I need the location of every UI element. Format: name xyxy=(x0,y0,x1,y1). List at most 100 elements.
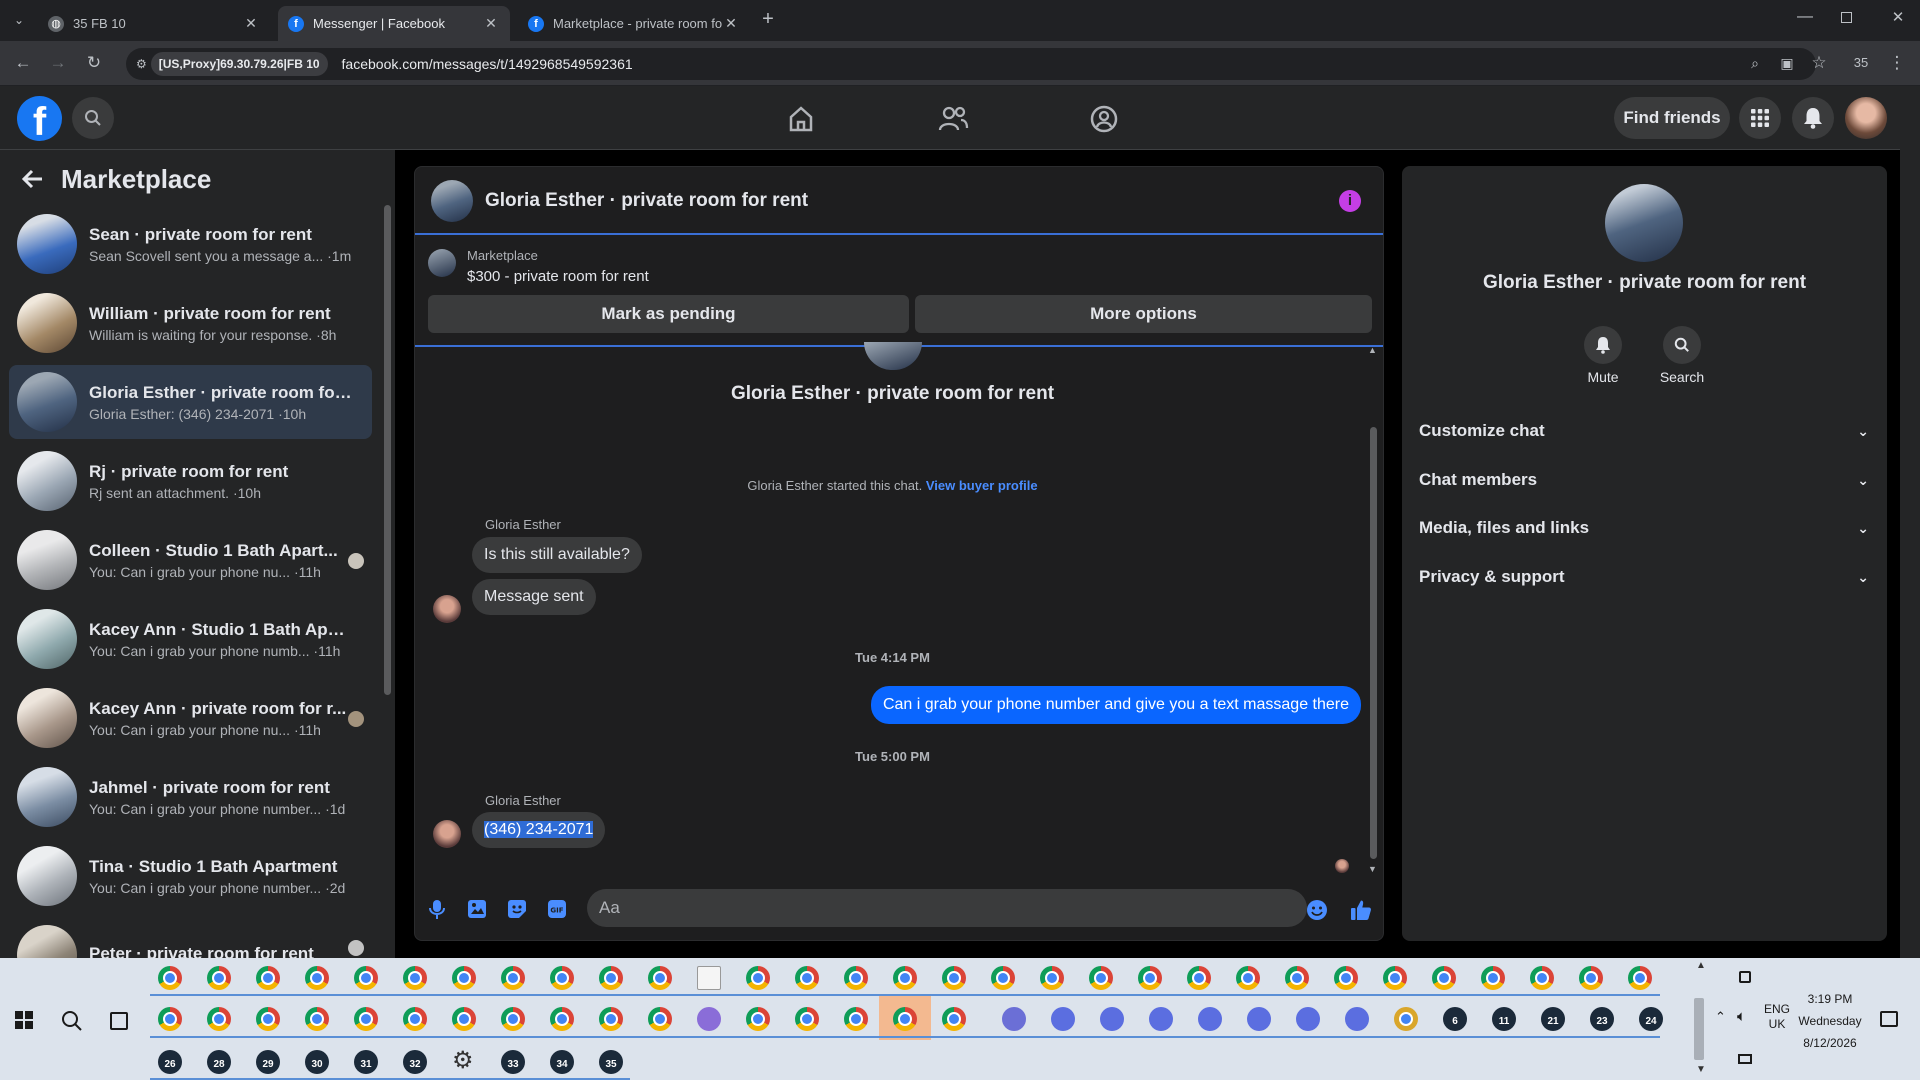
chrome-icon[interactable] xyxy=(1628,966,1652,990)
conversation-item[interactable]: Tina · Studio 1 Bath Apartment You: Can i… xyxy=(9,839,372,913)
profile-avatar[interactable] xyxy=(1845,97,1887,139)
restore-button[interactable] xyxy=(1841,12,1852,23)
sidebar-scrollbar[interactable] xyxy=(384,205,391,695)
chrome-icon[interactable] xyxy=(1481,966,1505,990)
proxy-chip[interactable]: [US,Proxy]69.30.79.26|FB 10 xyxy=(150,52,328,76)
conversation-item[interactable]: Colleen · Studio 1 Bath Apart... You: Can… xyxy=(9,523,372,597)
outgoing-message-bubble[interactable]: Can i grab your phone number and give yo… xyxy=(870,686,1361,724)
privacy-support-row[interactable]: Privacy & support ⌄ xyxy=(1419,563,1869,591)
chrome-icon[interactable] xyxy=(403,966,427,990)
tab-marketplace[interactable]: f Marketplace - private room for ✕ xyxy=(518,6,750,41)
facebook-logo[interactable]: f xyxy=(17,96,62,141)
menu-kebab-icon[interactable]: ⋮ xyxy=(1884,50,1910,76)
tab-search-button[interactable]: ⌄ xyxy=(8,9,30,31)
mute-bell-icon[interactable] xyxy=(1584,326,1622,364)
message-bubble[interactable]: (346) 234-2071 xyxy=(472,812,606,848)
bookmark-star-icon[interactable]: ☆ xyxy=(1806,50,1832,76)
chrome-icon[interactable] xyxy=(1236,966,1260,990)
more-options-button[interactable]: More options xyxy=(915,295,1372,333)
language-indicator[interactable]: ENG UK xyxy=(1762,1002,1792,1032)
chrome-icon[interactable] xyxy=(1138,966,1162,990)
zoom-icon[interactable]: ⌕ xyxy=(1742,50,1768,76)
document-icon[interactable] xyxy=(697,966,721,990)
system-clock[interactable]: 3:19 PM Wednesday 8/12/2026 xyxy=(1795,988,1865,1054)
conversation-item[interactable]: Sean · private room for rent Sean Scovell… xyxy=(9,207,372,281)
chrome-profile-icon[interactable] xyxy=(1345,1007,1369,1031)
conversation-item[interactable]: Kacey Ann · private room for r... You: Ca… xyxy=(9,681,372,755)
chrome-profile-icon[interactable] xyxy=(1198,1007,1222,1031)
listing-thumbnail[interactable] xyxy=(428,249,456,277)
minimize-button[interactable]: — xyxy=(1795,8,1815,28)
numbered-profile-icon[interactable]: 29 xyxy=(256,1050,280,1074)
chrome-icon[interactable] xyxy=(991,966,1015,990)
numbered-profile-icon[interactable]: 21 xyxy=(1541,1007,1565,1031)
close-tab-icon[interactable]: ✕ xyxy=(242,15,260,32)
chat-scrollbar[interactable] xyxy=(1370,427,1377,859)
chrome-icon[interactable] xyxy=(1089,966,1113,990)
message-bubble[interactable]: Is this still available? xyxy=(472,537,642,573)
sender-avatar[interactable] xyxy=(433,820,461,848)
friends-icon[interactable] xyxy=(937,104,969,134)
message-input[interactable]: Aa xyxy=(587,889,1307,927)
emoji-icon[interactable] xyxy=(1306,899,1327,920)
new-tab-button[interactable]: + xyxy=(758,9,778,29)
find-friends-button[interactable]: Find friends xyxy=(1614,97,1730,139)
close-tab-icon[interactable]: ✕ xyxy=(722,15,740,32)
menu-grid-icon[interactable] xyxy=(1739,97,1781,139)
chrome-icon[interactable] xyxy=(1383,966,1407,990)
start-windows-icon[interactable] xyxy=(15,1011,33,1029)
home-icon[interactable] xyxy=(786,104,816,134)
back-arrow-icon[interactable] xyxy=(20,166,48,194)
numbered-profile-icon[interactable]: 31 xyxy=(354,1050,378,1074)
task-view-icon[interactable] xyxy=(110,1012,128,1030)
chrome-icon[interactable] xyxy=(746,1007,770,1031)
chrome-icon[interactable] xyxy=(403,1007,427,1031)
thumbs-up-icon[interactable] xyxy=(1350,899,1371,920)
network-icon[interactable] xyxy=(1739,971,1751,983)
tab-messenger[interactable]: f Messenger | Facebook ✕ xyxy=(278,6,510,41)
chrome-icon[interactable] xyxy=(942,1007,966,1031)
chrome-icon[interactable] xyxy=(893,966,917,990)
chrome-icon[interactable] xyxy=(1285,966,1309,990)
chrome-icon[interactable] xyxy=(354,966,378,990)
chrome-icon[interactable] xyxy=(648,1007,672,1031)
chrome-profile-icon[interactable] xyxy=(1051,1007,1075,1031)
close-tab-icon[interactable]: ✕ xyxy=(482,15,500,32)
chrome-icon[interactable] xyxy=(305,966,329,990)
close-window-button[interactable]: ✕ xyxy=(1888,8,1908,28)
taskbar-scroll-up[interactable]: ▲ xyxy=(1696,960,1706,971)
chrome-icon[interactable] xyxy=(1334,966,1358,990)
chat-title[interactable]: Gloria Esther · private room for rent xyxy=(485,190,808,212)
scroll-down-arrow[interactable]: ▼ xyxy=(1368,864,1377,874)
speaker-icon[interactable]: 🔈︎ xyxy=(1737,1008,1746,1025)
sticker-icon[interactable] xyxy=(507,899,527,919)
details-avatar[interactable] xyxy=(1605,184,1683,262)
conversation-item[interactable]: Jahmel · private room for rent You: Can i… xyxy=(9,760,372,834)
info-icon[interactable]: i xyxy=(1339,190,1361,212)
back-arrow-icon[interactable]: ← xyxy=(10,50,36,76)
url-text[interactable]: facebook.com/messages/t/1492968549592361 xyxy=(342,56,633,72)
mute-label[interactable]: Mute xyxy=(1568,369,1638,385)
chrome-icon[interactable] xyxy=(746,966,770,990)
numbered-profile-icon[interactable]: 11 xyxy=(1492,1007,1516,1031)
chrome-icon[interactable] xyxy=(795,966,819,990)
chrome-icon[interactable] xyxy=(893,1007,917,1031)
conversation-item-selected[interactable]: Gloria Esther · private room for r... Glo… xyxy=(9,365,372,439)
chrome-profile-icon[interactable] xyxy=(1149,1007,1173,1031)
conversation-item[interactable]: Peter · private room for rent xyxy=(9,918,372,958)
chrome-icon[interactable] xyxy=(1187,966,1211,990)
taskbar-scrollbar[interactable] xyxy=(1694,998,1704,1060)
search-icon[interactable] xyxy=(72,97,114,139)
chrome-icon[interactable] xyxy=(305,1007,329,1031)
chrome-icon[interactable] xyxy=(256,966,280,990)
chat-members-row[interactable]: Chat members ⌄ xyxy=(1419,466,1869,494)
chrome-icon[interactable] xyxy=(795,1007,819,1031)
tab-35-fb-10[interactable]: ◍ 35 FB 10 ✕ xyxy=(38,6,270,41)
notifications-bell-icon[interactable] xyxy=(1792,97,1834,139)
chrome-profile-icon[interactable] xyxy=(1296,1007,1320,1031)
listing-title[interactable]: $300 - private room for rent xyxy=(467,268,649,285)
groups-icon[interactable] xyxy=(1089,104,1119,134)
numbered-profile-icon[interactable]: 26 xyxy=(158,1050,182,1074)
app-icon[interactable] xyxy=(697,1007,721,1031)
search-label[interactable]: Search xyxy=(1647,369,1717,385)
